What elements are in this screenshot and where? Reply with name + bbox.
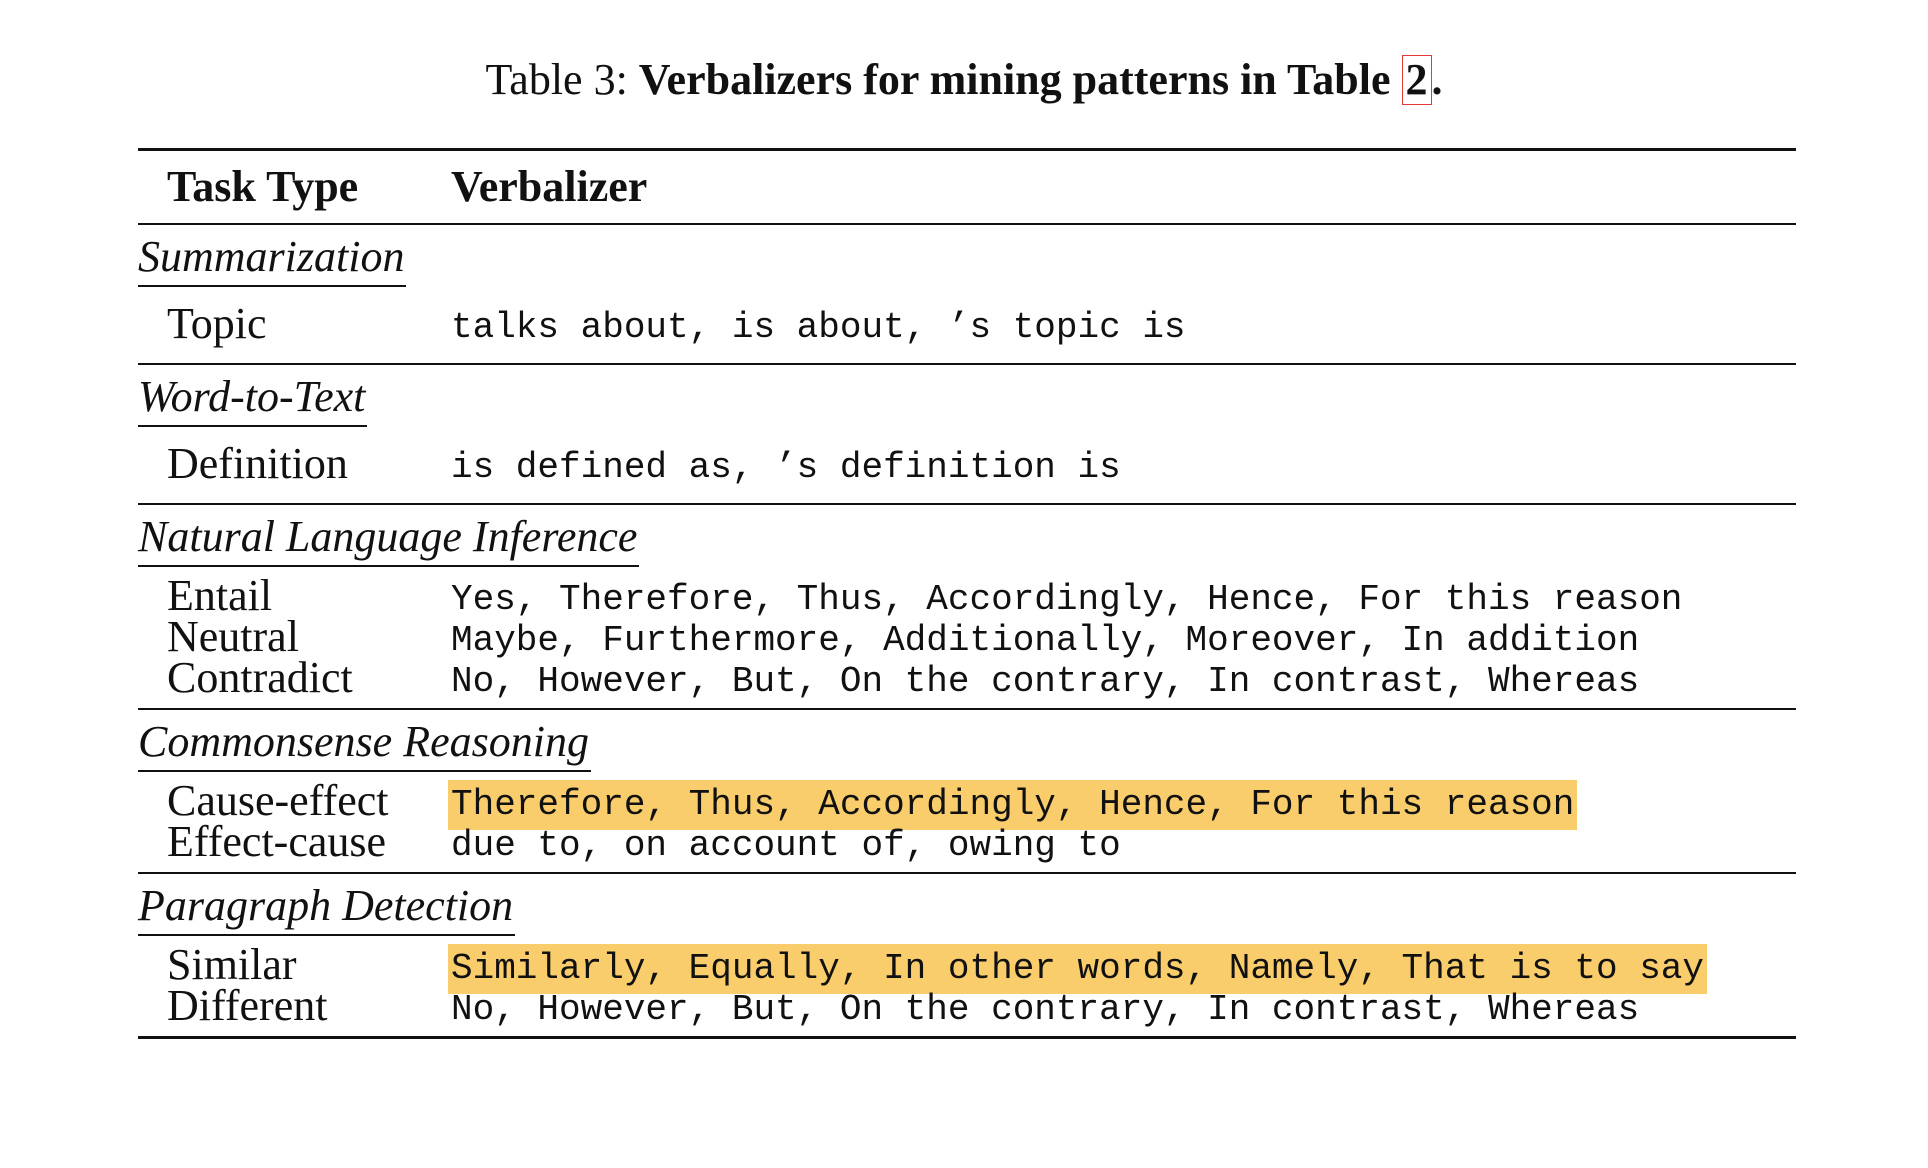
section-summarization: Summarization Topic talks about, is about,… (138, 225, 1796, 365)
table-row: Topic talks about, is about, ’s topic is (138, 299, 1796, 349)
caption-label: Table 3: (485, 55, 628, 104)
section-title: Commonsense Reasoning (138, 714, 591, 772)
verbalizer-table: Task Type Verbalizer Summarization Topic t… (138, 148, 1796, 1039)
section-title: Summarization (138, 229, 407, 287)
task-type-cell: Definition (167, 439, 348, 488)
section-heading-row: Summarization (138, 225, 1796, 287)
table-row: Similar Similarly, Equally, In other word… (138, 940, 1796, 994)
task-type-cell: Topic (167, 299, 267, 348)
paper-page: Table 3: Verbalizers for mining patterns… (0, 0, 1928, 1168)
bottom-rule (138, 1036, 1796, 1039)
table-row: Entail Yes, Therefore, Thus, Accordingly,… (138, 571, 1796, 620)
section-commonsense-reasoning: Commonsense Reasoning Cause-effect Therefo… (138, 710, 1796, 874)
section-heading-row: Paragraph Detection (138, 874, 1796, 936)
table-row: Effect-cause due to, on account of, owing… (138, 817, 1796, 866)
table-row: Cause-effect Therefore, Thus, Accordingly… (138, 776, 1796, 830)
table-row: Definition is defined as, ’s definition i… (138, 439, 1796, 489)
section-title: Word-to-Text (138, 369, 368, 427)
table-header-row: Task Type Verbalizer (138, 151, 1796, 223)
task-type-cell: Effect-cause (167, 817, 387, 866)
section-word-to-text: Word-to-Text Definition is defined as, ’s … (138, 365, 1796, 505)
header-verbalizer: Verbalizer (451, 162, 648, 211)
verbalizer-cell: talks about, is about, ’s topic is (451, 307, 1186, 348)
section-paragraph-detection: Paragraph Detection Similar Similarly, Equ… (138, 874, 1796, 1039)
header-task-type: Task Type (167, 162, 359, 211)
section-heading-row: Commonsense Reasoning (138, 710, 1796, 772)
table-reference-link[interactable]: 2 (1401, 55, 1432, 105)
verbalizer-cell: due to, on account of, owing to (451, 825, 1121, 866)
table-body: Summarization Topic talks about, is about,… (138, 225, 1796, 1039)
table-caption: Table 3: Verbalizers for mining patterns… (0, 50, 1928, 110)
section-heading-row: Natural Language Inference (138, 505, 1796, 567)
caption-title: Verbalizers for mining patterns in Table (638, 55, 1391, 104)
caption-period: . (1431, 55, 1443, 104)
verbalizer-cell: is defined as, ’s definition is (451, 447, 1121, 488)
section-title: Paragraph Detection (138, 878, 516, 936)
table-row: Contradict No, However, But, On the contr… (138, 653, 1796, 702)
verbalizer-cell: No, However, But, On the contrary, In co… (451, 989, 1640, 1030)
section-heading-row: Word-to-Text (138, 365, 1796, 427)
table-row: Different No, However, But, On the contra… (138, 981, 1796, 1030)
section-natural-language-inference: Natural Language Inference Entail Yes, The… (138, 505, 1796, 710)
table-row: Neutral Maybe, Furthermore, Additionally,… (138, 612, 1796, 661)
section-title: Natural Language Inference (138, 509, 640, 567)
verbalizer-cell: No, However, But, On the contrary, In co… (451, 661, 1640, 702)
task-type-cell: Contradict (167, 653, 353, 702)
task-type-cell: Different (167, 981, 328, 1030)
